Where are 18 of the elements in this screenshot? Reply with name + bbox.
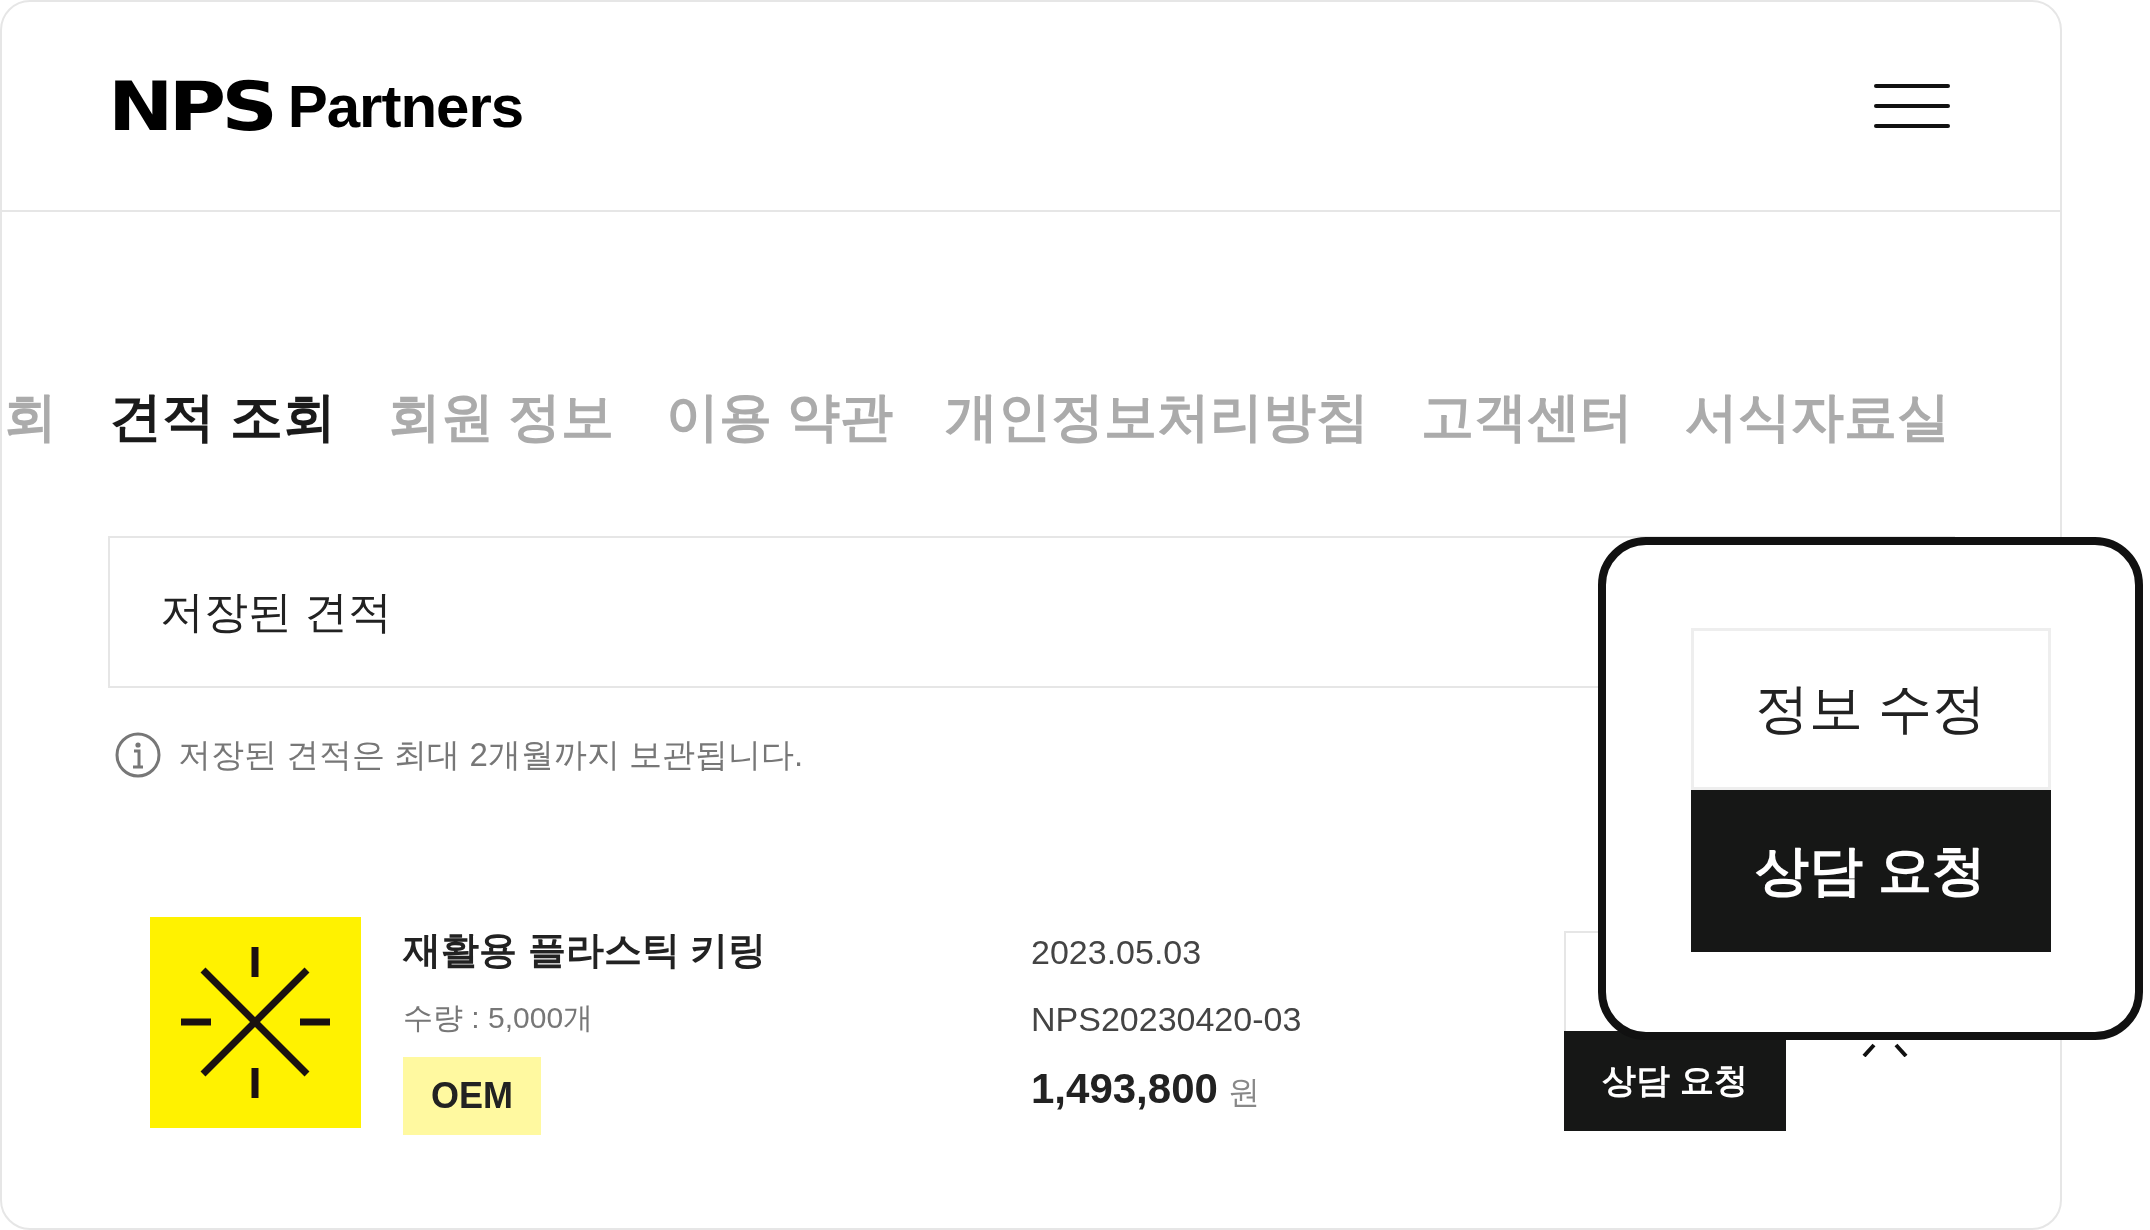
info-icon: [114, 731, 162, 779]
tag: OEM: [403, 1057, 541, 1135]
quote-number: NPS20230420-03: [1031, 1000, 1303, 1039]
consult-button[interactable]: 상담 요청: [1564, 1031, 1786, 1131]
logo-mark[interactable]: NPS: [108, 66, 274, 146]
logo-wordmark[interactable]: Partners: [287, 71, 524, 141]
section-title: 저장된 견적: [160, 585, 393, 638]
chevron-up-icon: [1862, 1043, 1908, 1057]
price: 1,493,800: [1031, 1065, 1218, 1113]
quantity-text: 수량 : 5,000개: [403, 1000, 594, 1036]
quote-date: 2023.05.03: [1031, 933, 1203, 972]
currency-unit: 원: [1227, 1073, 1260, 1112]
consult-button[interactable]: 상담 요청: [1690, 790, 2051, 952]
tab[interactable]: 견적 조회: [109, 382, 336, 452]
edit-button[interactable]: 정보 수정: [1690, 628, 2051, 790]
menu-icon[interactable]: [1874, 82, 1950, 130]
notice-text: 저장된 견적은 최대 2개월까지 보관됩니다.: [178, 734, 804, 775]
product-name: 재활용 플라스틱 키링: [403, 928, 767, 973]
